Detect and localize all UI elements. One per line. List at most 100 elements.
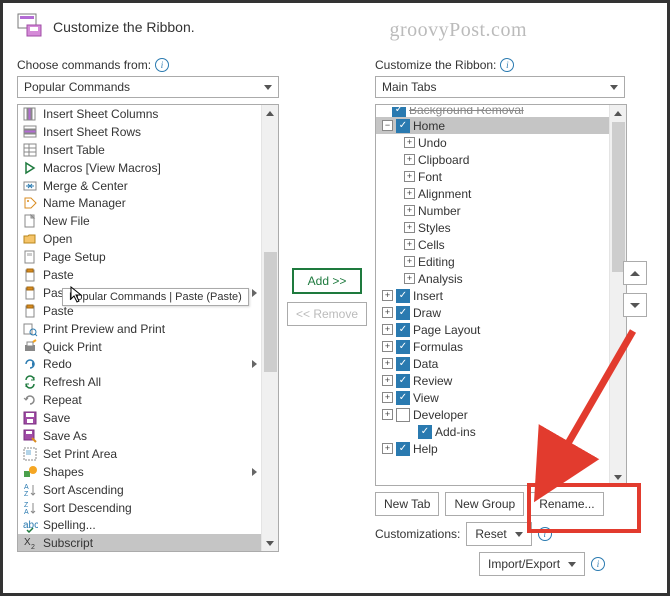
expand-icon[interactable]: + [382,307,393,318]
command-item[interactable]: Repeat [18,391,261,409]
command-item[interactable]: ZASort Descending [18,499,261,517]
tree-node[interactable]: +✓Data [376,355,609,372]
tree-node[interactable]: +Font [376,168,609,185]
expand-icon[interactable]: + [382,409,393,420]
tree-node[interactable]: +✓Page Layout [376,321,609,338]
import-export-button[interactable]: Import/Export [479,552,585,576]
checkbox-icon[interactable]: ✓ [396,119,410,133]
scroll-down-button[interactable] [262,535,278,551]
checkbox-icon[interactable] [396,408,410,422]
command-item[interactable]: Shapes [18,463,261,481]
expand-icon[interactable]: + [404,256,415,267]
command-item[interactable]: New File [18,212,261,230]
new-group-button[interactable]: New Group [445,492,524,516]
tree-node[interactable]: +✓Formulas [376,338,609,355]
command-item[interactable]: Macros [View Macros] [18,159,261,177]
tree-label: Alignment [418,187,471,201]
collapse-icon[interactable]: − [382,120,393,131]
expand-icon[interactable]: + [382,443,393,454]
ribbon-tree[interactable]: ✓Background Removal−✓Home+Undo+Clipboard… [375,104,627,486]
command-item[interactable]: Refresh All [18,373,261,391]
checkbox-icon[interactable]: ✓ [396,442,410,456]
tree-node[interactable]: +Undo [376,134,609,151]
commands-combo[interactable]: Popular Commands [17,76,279,98]
tree-node[interactable]: +✓Insert [376,287,609,304]
command-item[interactable]: Save As [18,427,261,445]
info-icon[interactable]: i [591,557,605,571]
command-item[interactable]: Set Print Area [18,445,261,463]
info-icon[interactable]: i [538,527,552,541]
command-item[interactable]: Insert Sheet Columns [18,105,261,123]
command-item[interactable]: Paste [18,266,261,284]
move-down-button[interactable] [623,293,647,317]
tree-node[interactable]: +Number [376,202,609,219]
chevron-down-icon [264,85,272,90]
scroll-down-button[interactable] [610,469,626,485]
command-item[interactable]: Open [18,230,261,248]
move-up-button[interactable] [623,261,647,285]
tree-node[interactable]: +Alignment [376,185,609,202]
commands-listbox[interactable]: Insert Sheet Columns Insert Sheet RowsIns… [17,104,279,552]
command-item[interactable]: Insert Table [18,141,261,159]
command-item[interactable]: Merge & Center [18,177,261,195]
checkbox-icon[interactable]: ✓ [392,107,406,117]
command-item[interactable]: Name Manager [18,194,261,212]
expand-icon[interactable]: + [382,341,393,352]
checkbox-icon[interactable]: ✓ [396,306,410,320]
expand-icon[interactable]: + [404,137,415,148]
rename-button[interactable]: Rename... [530,492,603,516]
expand-icon[interactable]: + [382,392,393,403]
command-item[interactable]: X2Subscript [18,534,261,551]
expand-icon[interactable]: + [404,222,415,233]
command-item[interactable]: abcSpelling... [18,516,261,534]
checkbox-icon[interactable]: ✓ [396,323,410,337]
expand-icon[interactable]: + [404,154,415,165]
tree-node[interactable]: +Editing [376,253,609,270]
command-item[interactable]: Redo [18,355,261,373]
checkbox-icon[interactable]: ✓ [396,357,410,371]
expand-icon[interactable]: + [382,290,393,301]
scroll-thumb[interactable] [264,252,277,372]
tree-node[interactable]: −✓Home [376,117,609,134]
info-icon[interactable]: i [155,58,169,72]
expand-icon[interactable]: + [404,273,415,284]
command-item[interactable]: AZSort Ascending [18,481,261,499]
tree-node[interactable]: +Clipboard [376,151,609,168]
expand-icon[interactable]: + [404,239,415,250]
checkbox-icon[interactable]: ✓ [396,374,410,388]
checkbox-icon[interactable]: ✓ [396,289,410,303]
scroll-up-button[interactable] [610,105,626,121]
command-item[interactable]: Quick Print [18,338,261,356]
checkbox-icon[interactable]: ✓ [396,391,410,405]
tree-node[interactable]: +Styles [376,219,609,236]
command-item[interactable]: Insert Sheet Rows [18,123,261,141]
command-item[interactable]: Save [18,409,261,427]
tree-node[interactable]: +✓Review [376,372,609,389]
tree-node[interactable]: +Developer [376,406,609,423]
scroll-up-button[interactable] [262,105,278,121]
expand-icon[interactable]: + [382,375,393,386]
add-button[interactable]: Add >> [292,268,363,294]
reset-button[interactable]: Reset [466,522,531,546]
tabs-combo[interactable]: Main Tabs [375,76,625,98]
expand-icon[interactable]: + [404,205,415,216]
expand-icon[interactable]: + [404,188,415,199]
expand-icon[interactable]: + [382,358,393,369]
command-item[interactable]: Page Setup [18,248,261,266]
expand-icon[interactable]: + [404,171,415,182]
scroll-thumb[interactable] [612,122,625,272]
tree-node[interactable]: +Cells [376,236,609,253]
checkbox-icon[interactable]: ✓ [418,425,432,439]
tree-node[interactable]: +✓View [376,389,609,406]
tree-node[interactable]: +✓Draw [376,304,609,321]
tree-node[interactable]: +Analysis [376,270,609,287]
tree-node[interactable]: ✓Add-ins [376,423,609,440]
scrollbar[interactable] [261,105,278,551]
new-tab-button[interactable]: New Tab [375,492,439,516]
expand-icon[interactable]: + [382,324,393,335]
info-icon[interactable]: i [500,58,514,72]
command-item[interactable]: Print Preview and Print [18,320,261,338]
checkbox-icon[interactable]: ✓ [396,340,410,354]
command-label: Insert Sheet Columns [43,107,158,121]
tree-node[interactable]: +✓Help [376,440,609,457]
